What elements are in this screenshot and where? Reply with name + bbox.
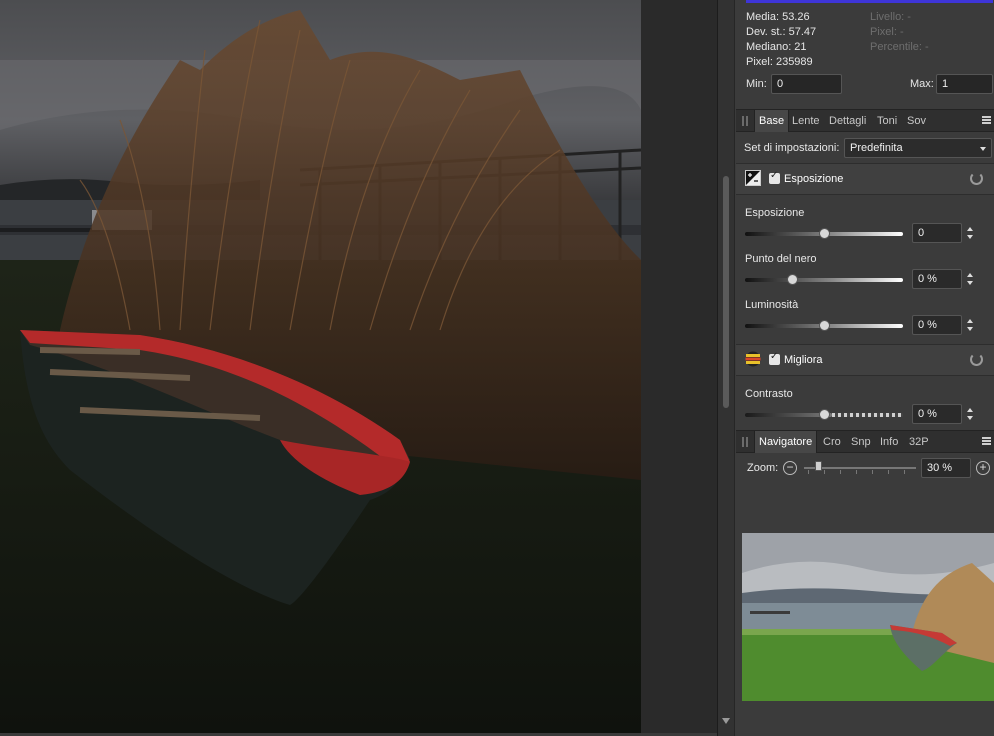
- stat-median: Mediano: 21: [746, 41, 807, 53]
- stat-mean: Media: 53.26: [746, 11, 810, 23]
- preset-label: Set di impostazioni:: [744, 142, 840, 154]
- tab-base[interactable]: Base: [754, 110, 790, 132]
- value-field-exposure[interactable]: 0: [912, 223, 962, 243]
- slider-contrast[interactable]: [745, 409, 903, 420]
- zoom-value-field[interactable]: 30 %: [921, 458, 971, 478]
- panel-scrollbar-thumb[interactable]: [723, 176, 729, 408]
- value-field-black-point[interactable]: 0 %: [912, 269, 962, 289]
- tab-history[interactable]: Cro: [819, 431, 845, 453]
- tab-overlays[interactable]: Sov: [903, 110, 930, 132]
- tab-details[interactable]: Dettagli: [825, 110, 870, 132]
- zoom-in-icon[interactable]: +: [976, 461, 990, 475]
- min-label: Min:: [746, 78, 767, 90]
- canvas-margin: [641, 0, 717, 736]
- tab-lens[interactable]: Lente: [788, 110, 824, 132]
- photo-boat-in-reeds: [0, 0, 641, 733]
- chevron-down-icon: [980, 147, 986, 151]
- exposure-section-header[interactable]: Esposizione: [736, 163, 994, 195]
- slider-label-brightness: Luminosità: [745, 299, 799, 311]
- zoom-out-icon[interactable]: −: [783, 461, 797, 475]
- slider-label-black-point: Punto del nero: [745, 253, 817, 265]
- stat-std-dev: Dev. st.: 57.47: [746, 26, 817, 38]
- enhance-section-title: Migliora: [784, 354, 823, 366]
- zoom-tick: [840, 470, 841, 474]
- histogram-stats: Media: 53.26 Dev. st.: 57.47 Mediano: 21…: [736, 8, 994, 104]
- slider-label-contrast: Contrasto: [745, 388, 793, 400]
- stepper-contrast[interactable]: [964, 404, 976, 424]
- document-canvas[interactable]: [0, 0, 641, 733]
- preset-value: Predefinita: [850, 142, 903, 154]
- navigator-tabbar: Navigatore Cro Snp Info 32P: [736, 430, 994, 453]
- panel-scrollbar[interactable]: [718, 0, 735, 736]
- exposure-enable-checkbox[interactable]: [769, 170, 780, 184]
- max-field[interactable]: 1: [936, 74, 993, 94]
- panel-menu-icon[interactable]: [982, 116, 991, 125]
- navigator-thumbnail[interactable]: [742, 533, 994, 701]
- panel-menu-icon[interactable]: [982, 437, 991, 446]
- develop-tabbar: Base Lente Dettagli Toni Sov: [736, 109, 994, 132]
- slider-brightness[interactable]: [745, 320, 903, 331]
- zoom-tick: [824, 470, 825, 474]
- tab-navigator[interactable]: Navigatore: [754, 431, 818, 453]
- preset-dropdown[interactable]: Predefinita: [844, 138, 992, 158]
- tab-tones[interactable]: Toni: [873, 110, 901, 132]
- tab-info[interactable]: Info: [876, 431, 902, 453]
- thumbnail-image: [742, 533, 994, 701]
- slider-knob-contrast[interactable]: [819, 409, 830, 420]
- zoom-label: Zoom:: [747, 462, 779, 474]
- reset-icon[interactable]: [970, 353, 983, 366]
- value-field-brightness[interactable]: 0 %: [912, 315, 962, 335]
- zoom-tick: [872, 470, 873, 474]
- value-field-contrast[interactable]: 0 %: [912, 404, 962, 424]
- zoom-tick: [904, 470, 905, 474]
- slider-exposure[interactable]: [745, 228, 903, 239]
- zoom-tick: [856, 470, 857, 474]
- zoom-tick: [808, 470, 809, 474]
- enhance-enable-checkbox[interactable]: [769, 351, 780, 365]
- stepper-brightness[interactable]: [964, 315, 976, 335]
- slider-knob-exposure[interactable]: [819, 228, 830, 239]
- slider-black-point[interactable]: [745, 274, 903, 285]
- stepper-black-point[interactable]: [964, 269, 976, 289]
- exposure-icon: [745, 170, 761, 186]
- tab-snapshots[interactable]: Snp: [847, 431, 875, 453]
- panel-grip-icon[interactable]: [742, 437, 748, 447]
- enhance-icon: [745, 351, 761, 367]
- zoom-tick: [888, 470, 889, 474]
- slider-label-exposure: Esposizione: [745, 207, 805, 219]
- stat-pixel-count: Pixel: -: [870, 26, 904, 38]
- histogram-graph: [746, 0, 993, 3]
- min-field[interactable]: 0: [771, 74, 842, 94]
- stat-level: Livello: -: [870, 11, 911, 23]
- panel-grip-icon[interactable]: [742, 116, 748, 126]
- stat-pixels: Pixel: 235989: [746, 56, 813, 68]
- slider-knob-brightness[interactable]: [819, 320, 830, 331]
- reset-icon[interactable]: [970, 172, 983, 185]
- exposure-section-title: Esposizione: [784, 173, 844, 185]
- stat-percentile: Percentile: -: [870, 41, 929, 53]
- slider-knob-black-point[interactable]: [787, 274, 798, 285]
- stepper-exposure[interactable]: [964, 223, 976, 243]
- zoom-slider-knob[interactable]: [815, 461, 822, 471]
- max-label: Max:: [910, 78, 934, 90]
- tab-32p[interactable]: 32P: [905, 431, 933, 453]
- enhance-section-header[interactable]: Migliora: [736, 344, 994, 376]
- scroll-down-arrow-icon[interactable]: [722, 718, 730, 724]
